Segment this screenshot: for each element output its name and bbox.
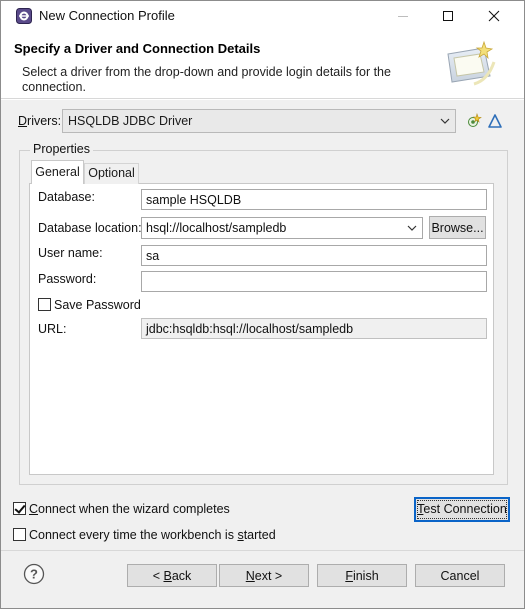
drivers-label: Drivers: [18, 114, 62, 128]
eclipse-icon [16, 8, 32, 24]
database-location-value: hsql://localhost/sampledb [146, 221, 287, 235]
database-field[interactable]: sample HSQLDB [141, 189, 487, 210]
chevron-down-icon [439, 115, 451, 127]
save-password-label: Save Password [54, 298, 141, 312]
edit-driver-icon[interactable] [487, 113, 503, 129]
url-field[interactable]: jdbc:hsqldb:hsql://localhost/sampledb [141, 318, 487, 339]
database-label: Database: [38, 190, 95, 204]
database-location-combo[interactable]: hsql://localhost/sampledb [141, 217, 423, 239]
user-name-label: User name: [38, 246, 103, 260]
tab-optional[interactable]: Optional [84, 163, 139, 184]
drivers-dropdown[interactable]: HSQLDB JDBC Driver [62, 109, 456, 133]
minimize-icon [397, 10, 409, 22]
drivers-selected-value: HSQLDB JDBC Driver [68, 114, 193, 128]
tab-optional-label: Optional [88, 166, 135, 180]
next-button[interactable]: Next > [219, 564, 309, 587]
svg-text:?: ? [30, 567, 38, 582]
help-icon[interactable]: ? [23, 563, 45, 585]
database-value: sample HSQLDB [146, 193, 242, 207]
tab-general[interactable]: General [31, 160, 84, 184]
connect-on-complete-label: Connect when the wizard completes [29, 502, 230, 516]
save-password-checkbox[interactable] [38, 298, 51, 311]
password-label: Password: [38, 272, 97, 286]
url-label: URL: [38, 322, 67, 336]
page-description: Select a driver from the drop-down and p… [22, 65, 391, 94]
window-title: New Connection Profile [39, 8, 175, 23]
user-name-field[interactable]: sa [141, 245, 487, 266]
minimize-button[interactable] [380, 1, 426, 30]
page-title: Specify a Driver and Connection Details [14, 41, 261, 56]
close-button[interactable] [471, 1, 517, 30]
connect-on-complete-checkbox[interactable] [13, 502, 26, 515]
tab-general-label: General [35, 165, 80, 179]
connect-every-time-checkbox[interactable] [13, 528, 26, 541]
connect-every-time-label: Connect every time the workbench is star… [29, 528, 276, 542]
close-icon [488, 10, 500, 22]
chevron-down-icon [406, 222, 418, 234]
database-location-label: Database location: [38, 221, 142, 235]
cancel-button[interactable]: Cancel [415, 564, 505, 587]
wizard-banner-icon [444, 40, 496, 88]
finish-button[interactable]: Finish [317, 564, 407, 587]
maximize-button[interactable] [425, 1, 471, 30]
maximize-icon [442, 10, 454, 22]
user-name-value: sa [146, 249, 160, 263]
browse-button[interactable]: Browse... [429, 216, 486, 239]
new-driver-icon[interactable] [466, 112, 482, 129]
properties-group-label: Properties [30, 142, 93, 156]
password-field[interactable] [141, 271, 487, 292]
url-value: jdbc:hsqldb:hsql://localhost/sampledb [146, 322, 354, 336]
test-connection-button[interactable]: Test Connection [414, 497, 510, 522]
back-button[interactable]: < Back [127, 564, 217, 587]
